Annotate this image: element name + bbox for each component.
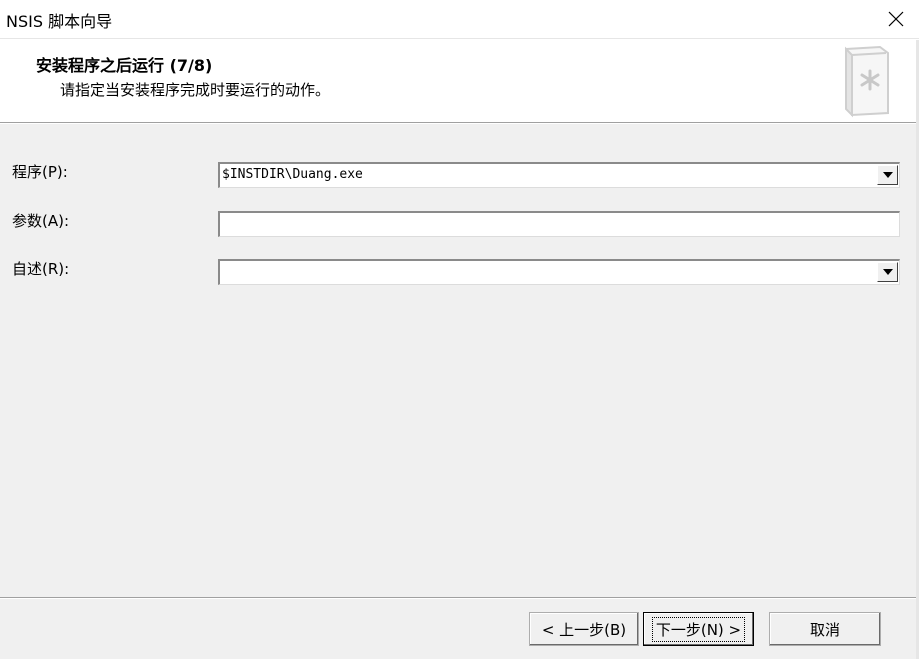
wizard-header: 安装程序之后运行 (7/8) 请指定当安装程序完成时要运行的动作。 bbox=[0, 39, 919, 123]
chevron-down-icon bbox=[882, 172, 893, 178]
back-button[interactable]: < 上一步(B) bbox=[529, 612, 639, 646]
next-button[interactable]: 下一步(N) > bbox=[643, 612, 754, 646]
header-divider bbox=[0, 123, 919, 124]
title-bar: NSIS 脚本向导 bbox=[0, 0, 919, 39]
cancel-button[interactable]: 取消 bbox=[769, 612, 881, 646]
page-title: 安装程序之后运行 (7/8) bbox=[36, 56, 213, 75]
window-title: NSIS 脚本向导 bbox=[6, 12, 113, 31]
chevron-down-icon bbox=[882, 269, 893, 275]
program-input[interactable]: $INSTDIR\Duang.exe bbox=[222, 167, 363, 182]
wizard-book-icon bbox=[844, 45, 889, 118]
page-subtitle: 请指定当安装程序完成时要运行的动作。 bbox=[60, 81, 331, 99]
program-combobox[interactable]: $INSTDIR\Duang.exe bbox=[218, 162, 900, 188]
back-button-label: < 上一步(B) bbox=[541, 620, 627, 639]
readme-dropdown-button[interactable] bbox=[877, 262, 898, 282]
readme-label: 自述(R): bbox=[12, 260, 70, 278]
footer-divider-highlight bbox=[0, 598, 919, 599]
params-input[interactable] bbox=[218, 211, 900, 237]
program-dropdown-button[interactable] bbox=[877, 165, 898, 185]
readme-combobox[interactable] bbox=[218, 259, 900, 285]
program-label: 程序(P): bbox=[12, 163, 68, 181]
cancel-button-label: 取消 bbox=[809, 620, 840, 639]
close-button[interactable] bbox=[873, 0, 919, 38]
close-icon bbox=[888, 11, 904, 27]
params-label: 参数(A): bbox=[12, 212, 70, 230]
next-button-label: 下一步(N) > bbox=[651, 616, 746, 642]
